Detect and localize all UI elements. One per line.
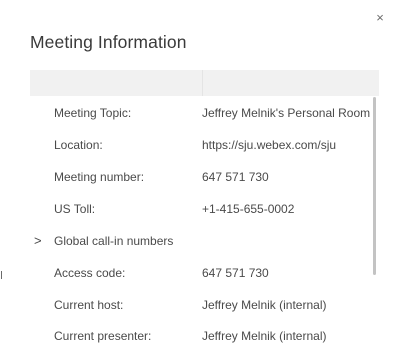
chevron-right-icon: > xyxy=(34,233,42,248)
close-icon[interactable]: × xyxy=(374,11,386,24)
meeting-topic-value: Jeffrey Melnik's Personal Room xyxy=(202,106,371,120)
table-row-current-presenter: Current presenter: Jeffrey Melnik (inter… xyxy=(30,329,370,349)
us-toll-value: +1-415-655-0002 xyxy=(202,202,295,216)
current-host-value: Jeffrey Melnik (internal) xyxy=(202,298,327,312)
table-row-meeting-topic: Meeting Topic: Jeffrey Melnik's Personal… xyxy=(30,106,370,126)
meeting-number-label: Meeting number: xyxy=(54,170,145,184)
location-value: https://sju.webex.com/sju xyxy=(202,138,337,152)
location-label: Location: xyxy=(54,138,103,152)
access-code-value: 647 571 730 xyxy=(202,266,269,280)
global-call-in-numbers-label: Global call-in numbers xyxy=(54,234,174,248)
access-code-label: Access code: xyxy=(54,266,126,280)
meeting-topic-label: Meeting Topic: xyxy=(54,106,132,120)
dialog-title: Meeting Information xyxy=(30,32,187,52)
current-presenter-value: Jeffrey Melnik (internal) xyxy=(202,329,327,343)
table-row-current-host: Current host: Jeffrey Melnik (internal) xyxy=(30,298,370,318)
table-row-us-toll: US Toll: +1-415-655-0002 xyxy=(30,202,370,222)
meeting-number-value: 647 571 730 xyxy=(202,170,269,184)
table-row-location: Location: https://sju.webex.com/sju xyxy=(30,138,370,158)
meeting-information-dialog: × Meeting Information Meeting Topic: Jef… xyxy=(0,0,396,358)
scrollbar-thumb[interactable] xyxy=(373,97,376,275)
table-row-access-code: Access code: 647 571 730 xyxy=(30,266,370,286)
current-presenter-label: Current presenter: xyxy=(54,329,152,343)
column-divider xyxy=(202,70,203,96)
global-call-in-numbers-toggle[interactable]: > Global call-in numbers xyxy=(30,233,370,254)
us-toll-label: US Toll: xyxy=(54,202,96,216)
table-row-meeting-number: Meeting number: 647 571 730 xyxy=(30,170,370,190)
table-header xyxy=(30,70,379,96)
edge-mark xyxy=(1,271,2,279)
current-host-label: Current host: xyxy=(54,298,124,312)
